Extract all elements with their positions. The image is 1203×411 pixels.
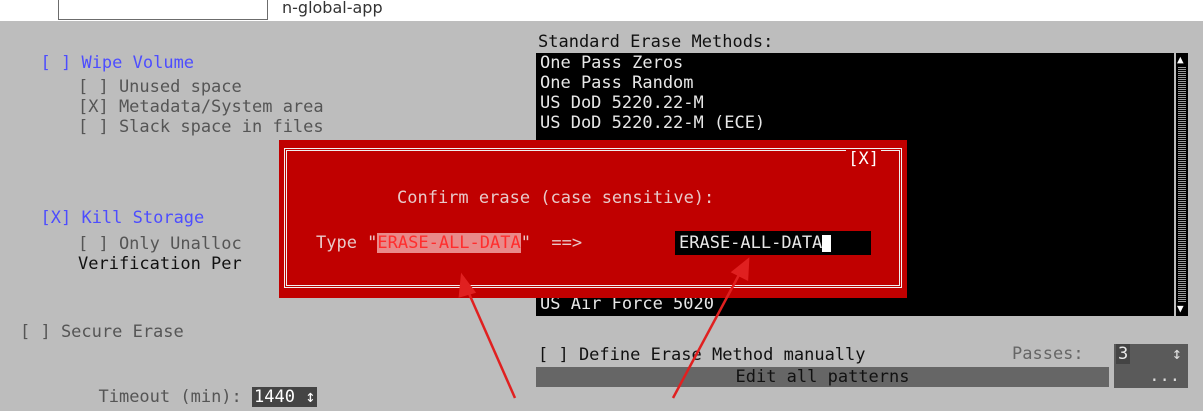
annotation-arrowhead-left: [458, 272, 477, 298]
annotation-arrows: [458, 257, 750, 399]
annotation-arrow-right: [671, 272, 742, 399]
annotation-arrow-left: [465, 288, 517, 399]
annotation-arrowhead-right: [730, 257, 750, 281]
